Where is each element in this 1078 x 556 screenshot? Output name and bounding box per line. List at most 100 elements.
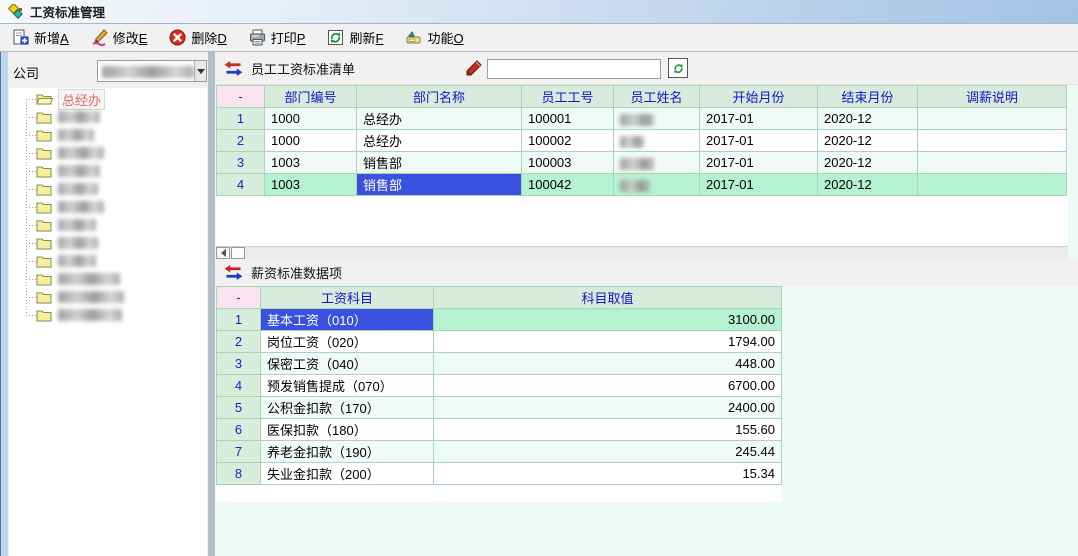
column-header-end-month[interactable]: 结束月份 — [818, 86, 918, 108]
cell-end-month[interactable]: 2020-12 — [818, 152, 918, 174]
tree-item-blurred[interactable] — [9, 198, 207, 216]
column-header-salary-note[interactable]: 调薪说明 — [918, 86, 1067, 108]
column-header-start-month[interactable]: 开始月份 — [700, 86, 818, 108]
app-icon — [8, 4, 24, 20]
cell-dept-name-selected[interactable]: 销售部 — [357, 174, 522, 196]
cell-start-month[interactable]: 2017-01 — [700, 108, 818, 130]
row-number[interactable]: 1 — [217, 108, 265, 130]
row-number[interactable]: 3 — [217, 353, 261, 375]
column-header-dept-code[interactable]: 部门编号 — [265, 86, 357, 108]
cell-value[interactable]: 155.60 — [434, 419, 782, 441]
column-header-dept-name[interactable]: 部门名称 — [357, 86, 522, 108]
tree-item-blurred[interactable] — [9, 270, 207, 288]
cell-subject[interactable]: 养老金扣款（190） — [261, 441, 434, 463]
cell-value[interactable]: 2400.00 — [434, 397, 782, 419]
chevron-down-icon[interactable] — [194, 61, 206, 81]
cell-emp-no[interactable]: 100042 — [522, 174, 614, 196]
cell-subject[interactable]: 岗位工资（020） — [261, 331, 434, 353]
panel-splitter[interactable] — [208, 52, 215, 556]
cell-start-month[interactable]: 2017-01 — [700, 130, 818, 152]
cell-value[interactable]: 448.00 — [434, 353, 782, 375]
table-row: 6 医保扣款（180） 155.60 — [217, 419, 782, 441]
scroll-left-arrow-icon[interactable] — [216, 247, 230, 259]
cell-emp-no[interactable]: 100002 — [522, 130, 614, 152]
cell-end-month[interactable]: 2020-12 — [818, 130, 918, 152]
cell-dept-code[interactable]: 1003 — [265, 174, 357, 196]
print-icon — [249, 29, 266, 46]
cell-end-month[interactable]: 2020-12 — [818, 108, 918, 130]
cell-start-month[interactable]: 2017-01 — [700, 174, 818, 196]
scrollbar-thumb[interactable] — [231, 247, 245, 259]
cell-end-month[interactable]: 2020-12 — [818, 174, 918, 196]
row-number[interactable]: 8 — [217, 463, 261, 485]
tree-item-blurred[interactable] — [9, 306, 207, 324]
corner-header[interactable]: - — [217, 86, 265, 108]
tree-item-blurred[interactable] — [9, 234, 207, 252]
edit-button[interactable]: 修改E — [87, 26, 152, 50]
row-number[interactable]: 2 — [217, 130, 265, 152]
cell-dept-code[interactable]: 1003 — [265, 152, 357, 174]
tree-item-blurred[interactable] — [9, 108, 207, 126]
row-number[interactable]: 3 — [217, 152, 265, 174]
cell-start-month[interactable]: 2017-01 — [700, 152, 818, 174]
add-button[interactable]: 新增A — [8, 26, 73, 50]
cell-value[interactable]: 15.34 — [434, 463, 782, 485]
cell-emp-name[interactable] — [614, 152, 700, 174]
cell-emp-name[interactable] — [614, 174, 700, 196]
tree-item-general-office[interactable]: 总经办 — [9, 90, 207, 108]
row-number[interactable]: 4 — [217, 174, 265, 196]
cell-dept-code[interactable]: 1000 — [265, 108, 357, 130]
cell-salary-note[interactable] — [918, 174, 1067, 196]
row-number[interactable]: 6 — [217, 419, 261, 441]
row-number[interactable]: 4 — [217, 375, 261, 397]
cell-emp-no[interactable]: 100003 — [522, 152, 614, 174]
row-number[interactable]: 2 — [217, 331, 261, 353]
cell-salary-note[interactable] — [918, 130, 1067, 152]
column-header-subject[interactable]: 工资科目 — [261, 287, 434, 309]
refresh-button[interactable]: 刷新F — [323, 26, 387, 50]
corner-header[interactable]: - — [217, 287, 261, 309]
tree-item-blurred[interactable] — [9, 126, 207, 144]
employee-wage-standard-grid: - 部门编号 部门名称 员工工号 员工姓名 开始月份 结束月份 调薪说明 1 1… — [216, 85, 1068, 259]
cell-emp-no[interactable]: 100001 — [522, 108, 614, 130]
cell-dept-name[interactable]: 总经办 — [357, 130, 522, 152]
row-number[interactable]: 5 — [217, 397, 261, 419]
function-button[interactable]: 功能O — [401, 26, 467, 50]
cell-emp-name[interactable] — [614, 130, 700, 152]
row-number[interactable]: 7 — [217, 441, 261, 463]
cell-value[interactable]: 3100.00 — [434, 309, 782, 331]
cell-value[interactable]: 245.44 — [434, 441, 782, 463]
tree-item-blurred[interactable] — [9, 162, 207, 180]
cell-value[interactable]: 6700.00 — [434, 375, 782, 397]
search-refresh-button[interactable] — [668, 58, 688, 78]
cell-salary-note[interactable] — [918, 108, 1067, 130]
tree-item-blurred[interactable] — [9, 252, 207, 270]
column-header-emp-name[interactable]: 员工姓名 — [614, 86, 700, 108]
tree-item-blurred[interactable] — [9, 216, 207, 234]
fuzzy-search-input[interactable] — [487, 59, 661, 79]
fuzzy-search-pen-icon — [465, 60, 482, 77]
cell-subject[interactable]: 医保扣款（180） — [261, 419, 434, 441]
horizontal-scrollbar[interactable] — [216, 246, 1068, 259]
cell-subject[interactable]: 保密工资（040） — [261, 353, 434, 375]
tree-item-blurred[interactable] — [9, 180, 207, 198]
cell-dept-name[interactable]: 总经办 — [357, 108, 522, 130]
cell-subject[interactable]: 公积金扣款（170） — [261, 397, 434, 419]
print-button[interactable]: 打印P — [245, 26, 310, 50]
tree-item-blurred[interactable] — [9, 288, 207, 306]
company-combobox[interactable] — [97, 60, 207, 82]
cell-dept-code[interactable]: 1000 — [265, 130, 357, 152]
column-header-value[interactable]: 科目取值 — [434, 287, 782, 309]
cell-salary-note[interactable] — [918, 152, 1067, 174]
cell-subject[interactable]: 预发销售提成（070） — [261, 375, 434, 397]
delete-button[interactable]: 删除D — [165, 26, 230, 50]
cell-value[interactable]: 1794.00 — [434, 331, 782, 353]
tree-item-blurred[interactable] — [9, 144, 207, 162]
cell-emp-name[interactable] — [614, 108, 700, 130]
cell-subject[interactable]: 失业金扣款（200） — [261, 463, 434, 485]
column-header-emp-no[interactable]: 员工工号 — [522, 86, 614, 108]
table-row-selected: 4 1003 销售部 100042 2017-01 2020-12 — [217, 174, 1067, 196]
cell-dept-name[interactable]: 销售部 — [357, 152, 522, 174]
cell-subject-selected[interactable]: 基本工资（010） — [261, 309, 434, 331]
row-number[interactable]: 1 — [217, 309, 261, 331]
